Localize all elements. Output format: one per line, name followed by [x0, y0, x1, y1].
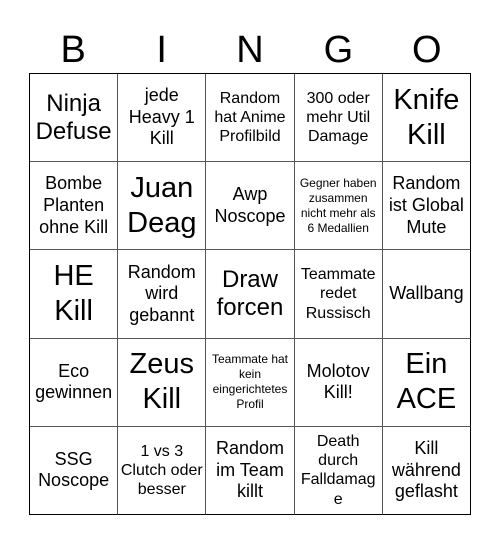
header-letter-n: N	[236, 29, 264, 71]
bingo-cell[interactable]: Zeus Kill	[118, 338, 207, 427]
bingo-cell[interactable]: Eco gewinnen	[30, 338, 119, 427]
header-letter-o: O	[412, 29, 442, 71]
bingo-cell[interactable]: Teammate redet Russisch	[294, 250, 383, 339]
bingo-cell[interactable]: HE Kill	[30, 250, 119, 339]
bingo-cell[interactable]: Random im Team killt	[206, 426, 295, 515]
bingo-cell[interactable]: Draw forcen	[206, 250, 295, 339]
bingo-cell[interactable]: SSG Noscope	[30, 426, 119, 515]
bingo-cell[interactable]: Random hat Anime Profilbild	[206, 74, 295, 163]
bingo-cell[interactable]: Teammate hat kein eingerichtetes Profil	[206, 338, 295, 427]
header-letter-i: I	[156, 29, 167, 71]
bingo-cell[interactable]: Random wird gebannt	[118, 250, 207, 339]
bingo-cell[interactable]: Wallbang	[382, 250, 471, 339]
header-letter-b: B	[60, 29, 86, 71]
bingo-cell[interactable]: Molotov Kill!	[294, 338, 383, 427]
bingo-cell[interactable]: 300 oder mehr Util Damage	[294, 74, 383, 163]
bingo-cell[interactable]: jede Heavy 1 Kill	[118, 74, 207, 163]
bingo-cell[interactable]: Death durch Falldamage	[294, 426, 383, 515]
bingo-cell[interactable]: Ein ACE	[382, 338, 471, 427]
bingo-cell[interactable]: Bombe Planten ohne Kill	[30, 162, 119, 251]
bingo-cell[interactable]: Kill während geflasht	[382, 426, 471, 515]
bingo-cell[interactable]: Awp Noscope	[206, 162, 295, 251]
bingo-cell[interactable]: Ninja Defuse	[30, 74, 119, 163]
bingo-cell[interactable]: Knife Kill	[382, 74, 471, 163]
bingo-cell[interactable]: Gegner haben zusammen nicht mehr als 6 M…	[294, 162, 383, 251]
bingo-cell[interactable]: 1 vs 3 Clutch oder besser	[118, 426, 207, 515]
bingo-cell[interactable]: Random ist Global Mute	[382, 162, 471, 251]
bingo-cell[interactable]: Juan Deag	[118, 162, 207, 251]
bingo-grid: Ninja Defuse jede Heavy 1 Kill Random ha…	[29, 73, 471, 515]
bingo-header: B I N G O	[29, 26, 471, 74]
header-letter-g: G	[323, 29, 354, 71]
